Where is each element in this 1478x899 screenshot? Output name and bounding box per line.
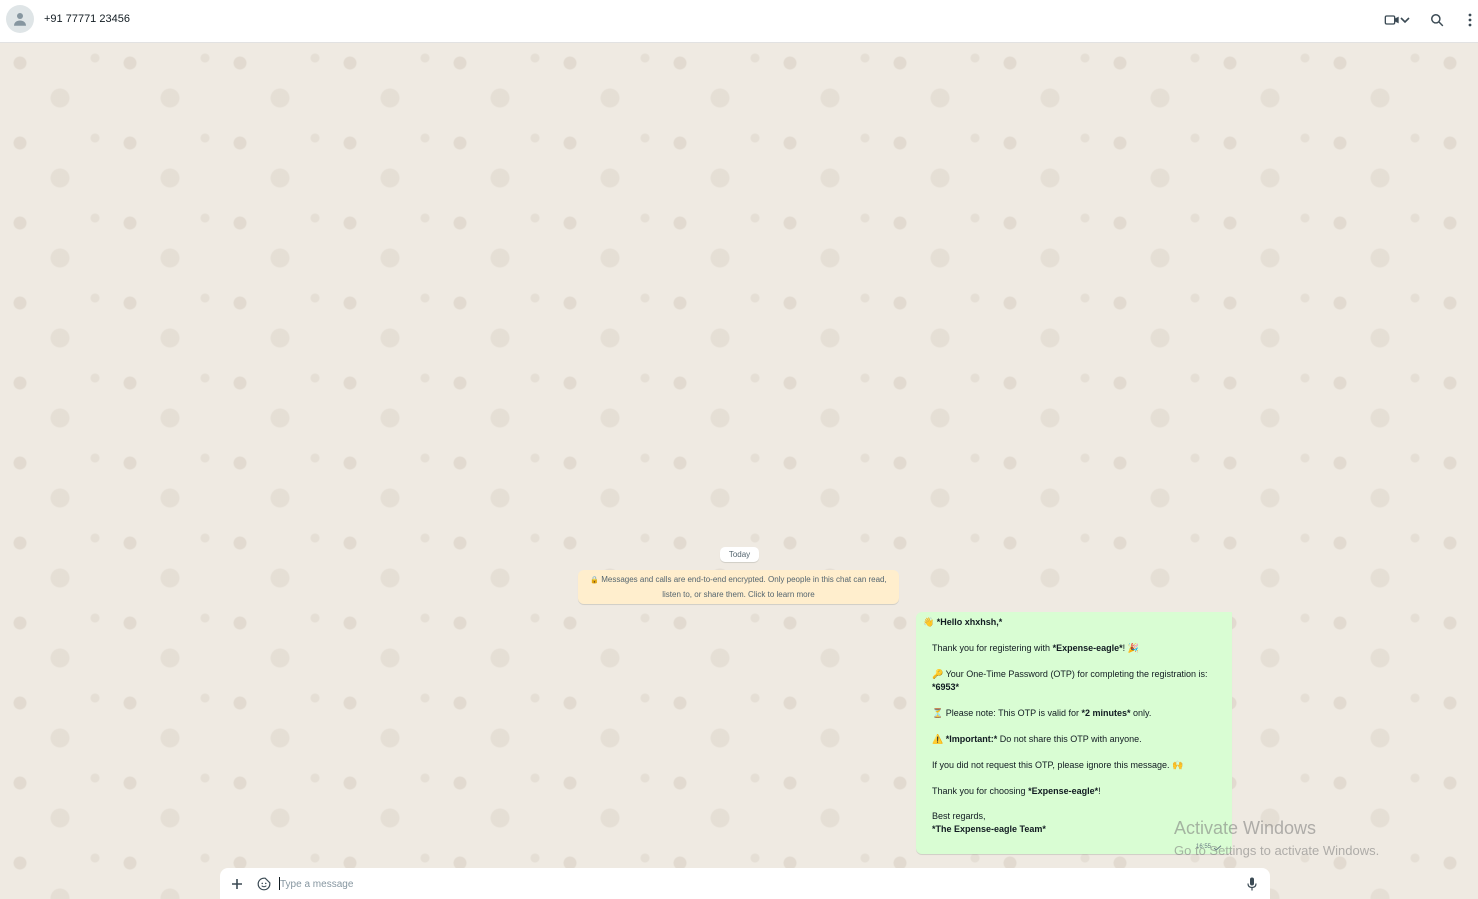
- plus-icon: [232, 879, 242, 889]
- regards: Best regards,: [932, 811, 986, 821]
- greeting: *Hello xhxhsh,*: [936, 617, 1003, 627]
- important-label: *Important:*: [945, 734, 998, 744]
- microphone-icon: [1247, 877, 1257, 891]
- thanks-prefix: Thank you for registering with: [932, 643, 1053, 653]
- choosing-prefix: Thank you for choosing: [932, 786, 1029, 796]
- voice-message-button[interactable]: [1242, 874, 1262, 894]
- encryption-notice-line2: listen to, or share them. Click to learn…: [662, 590, 815, 599]
- search-button[interactable]: [1428, 10, 1446, 30]
- validity-suffix: only.: [1130, 708, 1152, 718]
- chat-wallpaper: [0, 43, 1478, 899]
- otp-text: Your One-Time Password (OTP) for complet…: [945, 669, 1208, 679]
- contact-name[interactable]: +91 77771 23456: [44, 13, 130, 25]
- search-icon: [1431, 14, 1444, 27]
- sticker-icon: [257, 877, 271, 891]
- activation-watermark-subtitle: Go to Settings to activate Windows.: [1174, 843, 1380, 858]
- video-call-button[interactable]: [1380, 10, 1414, 30]
- chat-header: +91 77771 23456: [0, 0, 1478, 43]
- avatar[interactable]: [6, 5, 34, 33]
- thanks-suffix: ! 🎉: [1122, 643, 1139, 653]
- thanks-app-name: *Expense-eagle*: [1052, 643, 1123, 653]
- warning-emoji: ⚠️: [932, 734, 944, 744]
- attach-button[interactable]: [227, 874, 247, 894]
- wave-emoji: 👋: [923, 617, 935, 627]
- otp-code[interactable]: *6953*: [932, 681, 959, 694]
- key-emoji: 🔑: [932, 669, 944, 679]
- sticker-button[interactable]: [254, 874, 274, 894]
- date-chip: Today: [720, 547, 759, 562]
- menu-button[interactable]: [1464, 10, 1476, 30]
- important-text: Do not share this OTP with anyone.: [997, 734, 1142, 744]
- chevron-down-icon: [1400, 17, 1410, 24]
- choosing-suffix: !: [1098, 786, 1101, 796]
- ignore-line: If you did not request this OTP, please …: [932, 760, 1184, 770]
- choosing-app-name: *Expense-eagle*: [1028, 786, 1099, 796]
- validity-duration: *2 minutes*: [1081, 708, 1131, 718]
- encryption-notice-line1: Messages and calls are end-to-end encryp…: [601, 575, 887, 584]
- person-icon: [14, 13, 26, 26]
- message-input[interactable]: [280, 874, 1230, 894]
- video-call-icon: [1384, 15, 1399, 25]
- message-composer: [220, 868, 1270, 899]
- encryption-notice[interactable]: 🔒 Messages and calls are end-to-end encr…: [578, 570, 899, 604]
- more-vertical-icon: [1468, 13, 1472, 27]
- hourglass-emoji: ⏳: [932, 708, 944, 718]
- team-signature: *The Expense-eagle Team*: [932, 824, 1046, 834]
- validity-prefix: Please note: This OTP is valid for: [945, 708, 1082, 718]
- activation-watermark-title: Activate Windows: [1174, 818, 1317, 838]
- lock-icon: 🔒: [590, 577, 599, 584]
